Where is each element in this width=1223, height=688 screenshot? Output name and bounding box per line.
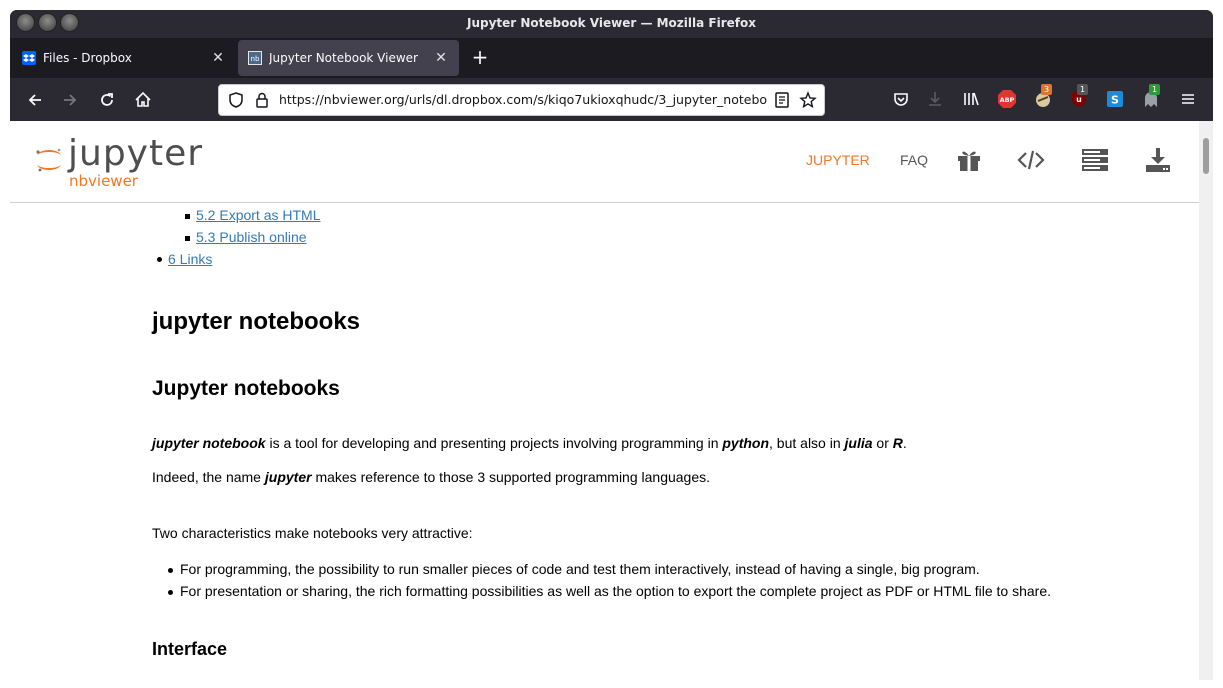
paragraph-text: is a tool for developing and presenting … <box>265 435 723 451</box>
adblock-icon[interactable]: ABP <box>997 89 1017 109</box>
back-arrow-icon <box>28 94 41 106</box>
nav-jupyter-link[interactable]: JUPYTER <box>806 152 870 168</box>
emphasis-text: jupyter notebook <box>152 435 266 451</box>
menu-hamburger-icon[interactable] <box>1178 89 1198 109</box>
window-title: Jupyter Notebook Viewer — Mozilla Firefo… <box>467 16 756 30</box>
intro-paragraph: jupyter notebook is a tool for developin… <box>152 435 907 451</box>
s-extension-icon[interactable]: S <box>1105 89 1125 109</box>
svg-text:u: u <box>1076 95 1082 104</box>
forward-button[interactable] <box>57 87 83 113</box>
browser-window: Jupyter Notebook Viewer — Mozilla Firefo… <box>10 10 1213 680</box>
notebook-title: jupyter notebooks <box>152 308 361 335</box>
url-input[interactable]: https://nbviewer.org/urls/dl.dropbox.com… <box>279 85 767 115</box>
close-tab-icon[interactable]: ✕ <box>210 50 226 66</box>
ublock-icon[interactable]: u 1 <box>1069 84 1089 109</box>
new-tab-button[interactable]: + <box>468 46 492 70</box>
paragraph-text: makes reference to those 3 supported pro… <box>311 469 711 485</box>
subsection-heading: Interface <box>152 639 228 659</box>
toc-link-export-html[interactable]: 5.2 Export as HTML <box>185 207 321 223</box>
paragraph-text: Indeed, the name <box>152 469 265 485</box>
paragraph-text: , but also in <box>769 435 845 451</box>
back-button[interactable] <box>22 87 48 113</box>
close-tab-icon[interactable]: ✕ <box>433 50 449 66</box>
tab-label: Jupyter Notebook Viewer <box>269 51 418 65</box>
nbviewer-header: jupyter nbviewer JUPYTER FAQ <box>10 121 1199 203</box>
toc-link-publish-online[interactable]: 5.3 Publish online <box>185 229 307 245</box>
dropbox-icon <box>22 51 36 65</box>
close-window-button[interactable] <box>16 13 35 32</box>
nbviewer-logo[interactable]: jupyter nbviewer <box>34 135 204 193</box>
paragraph-text: or <box>872 435 893 451</box>
forward-arrow-icon <box>64 94 77 106</box>
list-item: For presentation or sharing, the rich fo… <box>168 583 1051 599</box>
maximize-window-button[interactable] <box>60 13 79 32</box>
extension-icon[interactable]: 3 <box>1033 84 1053 109</box>
emphasis-text: R <box>892 435 903 451</box>
code-icon[interactable] <box>1017 146 1045 174</box>
svg-text:ABP: ABP <box>1000 96 1015 104</box>
tab-jupyter-notebook-viewer[interactable]: nb Jupyter Notebook Viewer ✕ <box>238 40 459 76</box>
ghostery-icon[interactable]: 1 <box>1141 84 1161 109</box>
reload-button[interactable] <box>94 87 120 113</box>
page-scrollbar[interactable] <box>1199 121 1213 680</box>
navigation-toolbar: https://nbviewer.org/urls/dl.dropbox.com… <box>10 78 1213 121</box>
reload-icon <box>101 93 113 106</box>
extension-badge: 3 <box>1041 84 1052 95</box>
library-icon[interactable] <box>961 89 981 109</box>
minimize-window-button[interactable] <box>38 13 57 32</box>
ghostery-badge: 1 <box>1149 84 1160 95</box>
characteristics-paragraph: Two characteristics make notebooks very … <box>152 525 473 541</box>
section-heading: Jupyter notebooks <box>152 377 340 400</box>
ublock-badge: 1 <box>1077 84 1088 95</box>
jupyter-logo-icon <box>36 148 61 172</box>
nav-faq-link[interactable]: FAQ <box>900 152 928 168</box>
emphasis-text: jupyter <box>264 469 312 485</box>
lock-icon[interactable] <box>253 91 271 109</box>
reader-view-icon[interactable] <box>773 91 791 109</box>
window-controls <box>16 13 79 32</box>
emphasis-text: julia <box>844 435 873 451</box>
svg-text:nb: nb <box>251 55 260 63</box>
tab-files-dropbox[interactable]: Files - Dropbox ✕ <box>12 40 236 76</box>
download-icon[interactable] <box>1144 146 1172 174</box>
nbviewer-icon: nb <box>248 51 262 65</box>
home-icon <box>135 91 151 107</box>
list-item: For programming, the possibility to run … <box>168 561 980 577</box>
home-button[interactable] <box>130 87 156 113</box>
bookmark-star-icon[interactable] <box>799 91 817 109</box>
shield-icon[interactable] <box>227 91 245 109</box>
tab-strip: Files - Dropbox ✕ nb Jupyter Notebook Vi… <box>10 38 1213 78</box>
url-bar[interactable]: https://nbviewer.org/urls/dl.dropbox.com… <box>218 84 825 116</box>
emphasis-text: python <box>722 435 770 451</box>
server-icon[interactable] <box>1081 146 1109 174</box>
logo-subtitle: nbviewer <box>69 172 138 190</box>
tab-label: Files - Dropbox <box>43 51 132 65</box>
window-titlebar: Jupyter Notebook Viewer — Mozilla Firefo… <box>10 10 1213 36</box>
logo-wordmark: jupyter <box>68 133 204 174</box>
downloads-icon[interactable] <box>925 89 945 109</box>
name-paragraph: Indeed, the name jupyter makes reference… <box>152 469 710 485</box>
pocket-icon[interactable] <box>891 89 911 109</box>
scrollbar-thumb[interactable] <box>1203 138 1209 174</box>
svg-text:S: S <box>1111 94 1119 107</box>
gift-icon[interactable] <box>955 146 983 174</box>
toc-link-links[interactable]: 6 Links <box>156 251 212 267</box>
paragraph-text: . <box>902 435 907 451</box>
page-viewport: jupyter nbviewer JUPYTER FAQ 5.2 Export … <box>10 121 1213 680</box>
